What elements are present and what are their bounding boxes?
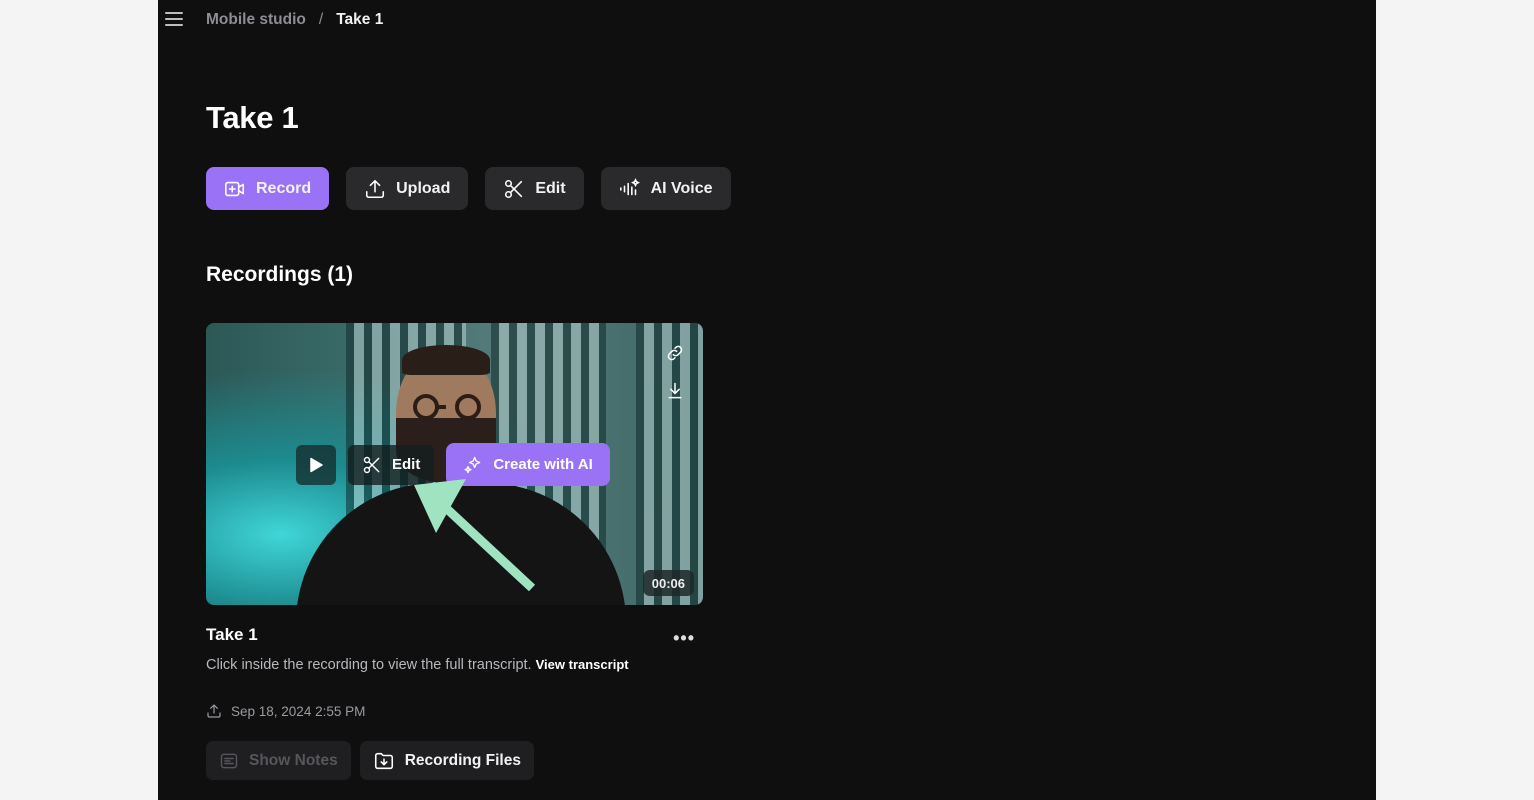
view-transcript-link[interactable]: View transcript xyxy=(536,657,629,672)
recording-files-label: Recording Files xyxy=(404,751,521,769)
description-text: Click inside the recording to view the f… xyxy=(206,657,532,673)
edit-button[interactable]: Edit xyxy=(485,167,584,210)
duration-badge: 00:06 xyxy=(642,570,694,596)
show-notes-label: Show Notes xyxy=(249,751,338,769)
scissors-icon xyxy=(505,179,523,198)
upload-icon xyxy=(207,704,221,718)
breadcrumb-current: Take 1 xyxy=(336,11,384,28)
ai-voice-button[interactable]: AI Voice xyxy=(600,167,731,210)
recordings-heading: Recordings (1) xyxy=(206,263,354,286)
play-icon xyxy=(310,457,323,472)
wall-panel-right xyxy=(636,323,703,605)
upload-label: Upload xyxy=(396,179,451,197)
download-icon[interactable] xyxy=(665,381,685,401)
app-window: Mobile studio / Take 1 Take 1 Record Upl… xyxy=(158,0,1376,800)
annotation-arrow-icon xyxy=(414,479,536,592)
breadcrumb-separator: / xyxy=(318,11,324,28)
ai-voice-icon xyxy=(619,177,640,195)
upload-button[interactable]: Upload xyxy=(346,167,469,210)
record-button[interactable]: Record xyxy=(206,167,330,210)
sparkles-icon xyxy=(464,456,481,473)
recording-actions: Show Notes Recording Files xyxy=(206,741,534,780)
link-icon[interactable] xyxy=(665,343,685,363)
glasses xyxy=(413,394,481,420)
top-bar: Mobile studio / Take 1 xyxy=(158,0,1376,40)
create-with-ai-label: Create with AI xyxy=(493,456,593,473)
person-hair xyxy=(402,345,490,375)
more-options-icon[interactable]: ••• xyxy=(673,628,695,649)
scissors-icon xyxy=(363,456,380,473)
breadcrumb: Mobile studio / Take 1 xyxy=(206,11,383,29)
breadcrumb-parent[interactable]: Mobile studio xyxy=(206,11,306,29)
date-text: Sep 18, 2024 2:55 PM xyxy=(231,703,366,719)
edit-label: Edit xyxy=(535,179,566,197)
upload-icon xyxy=(366,179,385,198)
recording-description: Click inside the recording to view the f… xyxy=(206,654,646,676)
recording-title: Take 1 xyxy=(206,625,258,644)
recording-date: Sep 18, 2024 2:55 PM xyxy=(206,703,365,719)
recording-thumbnail[interactable]: Edit Create with AI 00:06 xyxy=(206,323,703,605)
play-button[interactable] xyxy=(296,444,336,485)
ai-voice-label: AI Voice xyxy=(650,179,713,197)
page-title: Take 1 xyxy=(206,100,299,135)
recording-files-button[interactable]: Recording Files xyxy=(359,741,534,780)
record-label: Record xyxy=(256,179,312,197)
overlay-edit-label: Edit xyxy=(392,456,421,473)
hamburger-menu-icon[interactable] xyxy=(165,12,183,28)
notes-icon xyxy=(220,753,238,768)
folder-download-icon xyxy=(374,752,393,769)
video-plus-icon xyxy=(225,181,245,196)
show-notes-button[interactable]: Show Notes xyxy=(206,741,351,780)
recording-card: Edit Create with AI 00:06 Take 1 ••• Cli… xyxy=(206,323,703,780)
action-toolbar: Record Upload Edit AI Voice xyxy=(206,167,731,210)
